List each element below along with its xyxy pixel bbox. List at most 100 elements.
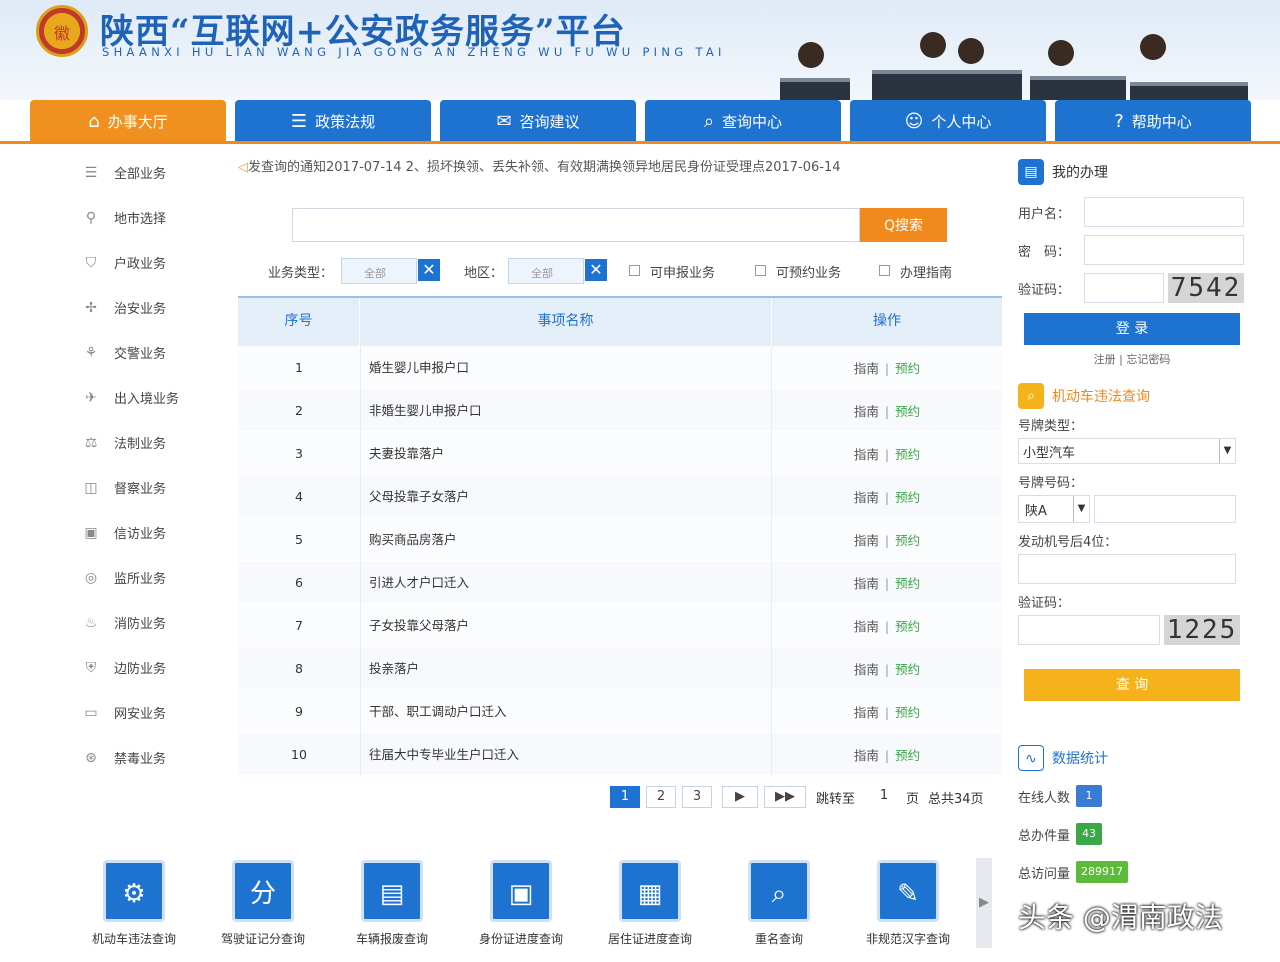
next-page-button[interactable]: ▶: [722, 786, 758, 808]
row-actions: 指南 | 预约: [772, 530, 1002, 549]
jump-input[interactable]: 1: [866, 788, 902, 803]
sidebar-item[interactable]: ⚲ 地市选择: [72, 195, 222, 240]
table-header: 序号 事项名称 操作: [238, 296, 1002, 346]
tab-help-center[interactable]: ? 帮助中心: [1055, 100, 1251, 142]
row-item-name[interactable]: 购买商品房落户: [360, 517, 772, 561]
search-input[interactable]: [292, 208, 860, 242]
carousel-right-arrow[interactable]: ▶: [976, 858, 992, 948]
service-item[interactable]: 分驾驶证记分查询: [199, 858, 327, 947]
row-item-name[interactable]: 夫妻投靠落户: [360, 431, 772, 475]
booking-link[interactable]: 预约: [895, 533, 920, 548]
tab-personal-center[interactable]: ☺ 个人中心: [850, 100, 1046, 142]
booking-checkbox[interactable]: [755, 265, 766, 276]
sidebar-item[interactable]: ▣ 信访业务: [72, 510, 222, 555]
sidebar-item[interactable]: ⛨ 边防业务: [72, 645, 222, 690]
tab-label: 咨询建议: [519, 112, 580, 131]
tab-policy[interactable]: ☰ 政策法规: [235, 100, 431, 142]
booking-link[interactable]: 预约: [895, 404, 920, 419]
district-select[interactable]: 全部: [508, 258, 584, 284]
sidebar-item[interactable]: ▭ 网安业务: [72, 690, 222, 735]
page-3-button[interactable]: 3: [682, 786, 712, 808]
sidebar-item[interactable]: ♨ 消防业务: [72, 600, 222, 645]
guide-link[interactable]: 指南: [854, 662, 879, 677]
sidebar-item[interactable]: ◎ 监所业务: [72, 555, 222, 600]
booking-link[interactable]: 预约: [895, 662, 920, 677]
desk-monitor: [872, 70, 1022, 100]
document-icon: ☰: [290, 110, 308, 132]
notice-ticker[interactable]: ◁发查询的通知2017-07-14 2、损坏换领、丢失补领、有效期满换领异地居民…: [238, 156, 998, 176]
sidebar-item[interactable]: ⛉ 户政业务: [72, 240, 222, 285]
service-item[interactable]: ⚙ 机动车违法查询: [70, 858, 198, 947]
guide-checkbox[interactable]: [879, 265, 890, 276]
captcha-image[interactable]: 7542: [1168, 273, 1244, 303]
guide-link[interactable]: 指南: [854, 705, 879, 720]
violation-query-button[interactable]: 查 询: [1024, 669, 1240, 701]
booking-link[interactable]: 预约: [895, 361, 920, 376]
row-item-name[interactable]: 投亲落户: [360, 646, 772, 690]
guide-link[interactable]: 指南: [854, 490, 879, 505]
login-button[interactable]: 登 录: [1024, 313, 1240, 345]
vehicle-scrap-icon: ▤: [361, 860, 423, 922]
guide-link[interactable]: 指南: [854, 447, 879, 462]
forgot-password-link[interactable]: 忘记密码: [1126, 353, 1170, 366]
site-header: 徽 陕西“互联网+公安政务服务”平台 SHAANXI HU LIAN WANG …: [0, 0, 1280, 100]
row-item-name[interactable]: 往届大中专毕业生户口迁入: [360, 732, 772, 776]
captcha-input[interactable]: [1084, 273, 1164, 303]
password-input[interactable]: [1084, 235, 1244, 265]
guide-link[interactable]: 指南: [854, 533, 879, 548]
plate-type-select[interactable]: 小型汽车 ▼: [1018, 438, 1236, 464]
page-2-button[interactable]: 2: [646, 786, 676, 808]
last-page-button[interactable]: ▶▶: [764, 786, 806, 808]
online-checkbox[interactable]: [629, 265, 640, 276]
guide-link[interactable]: 指南: [854, 748, 879, 763]
service-item[interactable]: ✎ 非规范汉字查询: [844, 858, 972, 947]
violation-captcha-image[interactable]: 1225: [1164, 615, 1240, 645]
sidebar-item[interactable]: ✈ 出入境业务: [72, 375, 222, 420]
sidebar-item[interactable]: ✢ 治安业务: [72, 285, 222, 330]
business-type-select[interactable]: 全部: [341, 258, 417, 284]
guide-link[interactable]: 指南: [854, 361, 879, 376]
guide-link[interactable]: 指南: [854, 404, 879, 419]
sidebar-item[interactable]: ⚘ 交警业务: [72, 330, 222, 375]
row-item-name[interactable]: 婚生婴儿申报户口: [360, 345, 772, 389]
sidebar-item[interactable]: ⊛ 禁毒业务: [72, 735, 222, 780]
row-actions: 指南 | 预约: [772, 401, 1002, 420]
sidebar-item[interactable]: ◫ 督察业务: [72, 465, 222, 510]
guide-link[interactable]: 指南: [854, 576, 879, 591]
booking-link[interactable]: 预约: [895, 619, 920, 634]
booking-link[interactable]: 预约: [895, 576, 920, 591]
row-item-name[interactable]: 干部、职工调动户口迁入: [360, 689, 772, 733]
booking-link[interactable]: 预约: [895, 705, 920, 720]
sidebar-item[interactable]: ☰ 全部业务: [72, 150, 222, 195]
row-number: 3: [295, 445, 303, 461]
tab-consult[interactable]: ✉ 咨询建议: [440, 100, 636, 142]
home-icon: ⌂: [88, 110, 100, 132]
tab-query-center[interactable]: ⌕ 查询中心: [645, 100, 841, 142]
guide-link[interactable]: 指南: [854, 619, 879, 634]
engine-number-input[interactable]: [1018, 554, 1236, 584]
service-item[interactable]: ▤ 车辆报废查询: [328, 858, 456, 947]
booking-link[interactable]: 预约: [895, 748, 920, 763]
booking-link[interactable]: 预约: [895, 447, 920, 462]
username-input[interactable]: [1084, 197, 1244, 227]
row-item-name[interactable]: 非婚生婴儿申报户口: [360, 388, 772, 432]
violation-captcha-input[interactable]: [1018, 615, 1160, 645]
service-item[interactable]: ▦ 居住证进度查询: [586, 858, 714, 947]
online-count-label: 在线人数: [1018, 790, 1071, 806]
search-button[interactable]: Q搜索: [860, 208, 947, 242]
booking-link[interactable]: 预约: [895, 490, 920, 505]
plate-prefix-select[interactable]: 陕A ▼: [1018, 495, 1090, 523]
row-item-name[interactable]: 引进人才户口迁入: [360, 560, 772, 604]
row-item-name[interactable]: 父母投靠子女落户: [360, 474, 772, 518]
tab-label: 政策法规: [315, 112, 376, 131]
plate-number-input[interactable]: [1094, 495, 1236, 523]
clear-type-icon[interactable]: ✕: [418, 259, 440, 281]
sidebar-item[interactable]: ⚖ 法制业务: [72, 420, 222, 465]
row-item-name[interactable]: 子女投靠父母落户: [360, 603, 772, 647]
page-1-button[interactable]: 1: [610, 786, 640, 808]
clear-district-icon[interactable]: ✕: [585, 259, 607, 281]
service-item[interactable]: ▣ 身份证进度查询: [457, 858, 585, 947]
register-link[interactable]: 注册: [1094, 353, 1116, 366]
tab-service-hall[interactable]: ⌂ 办事大厅: [30, 100, 226, 142]
service-item[interactable]: ⌕ 重名查询: [715, 858, 843, 947]
